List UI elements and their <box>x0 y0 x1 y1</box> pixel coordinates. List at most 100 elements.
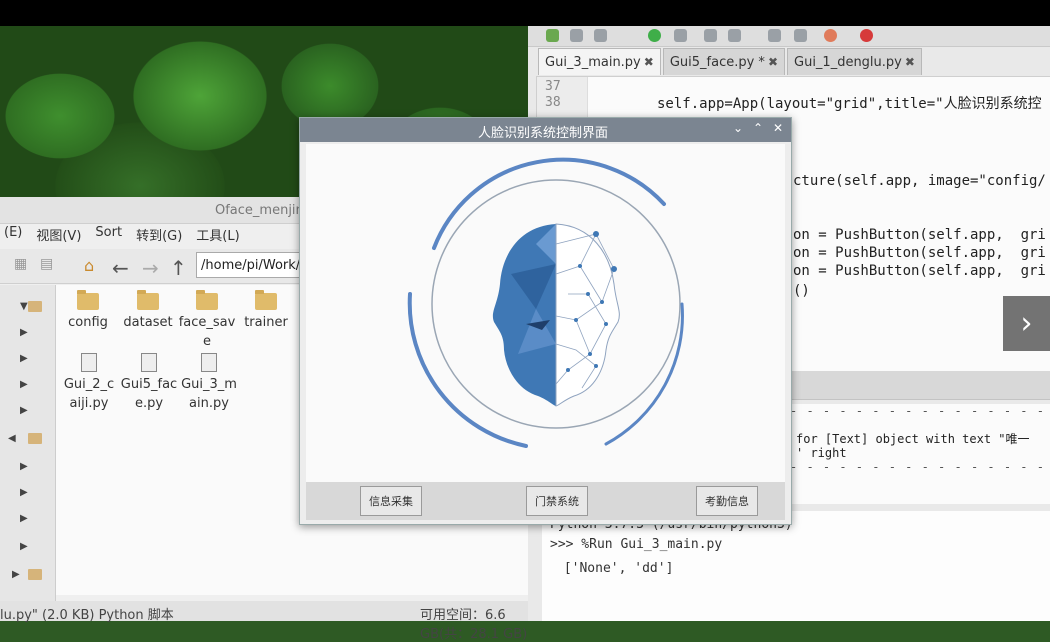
tab-gui5-face[interactable]: Gui5_face.py * ✖ <box>662 48 785 75</box>
divider: - - - - - - - - - - - - - - - - - - - - … <box>790 404 1050 418</box>
icon-view-icon[interactable]: ▦ <box>14 256 27 272</box>
folder-item-face-save[interactable]: face_save <box>176 290 238 351</box>
close-icon[interactable]: ✖ <box>905 55 915 69</box>
menu-edit[interactable]: (E) <box>4 225 22 247</box>
code-line: cture(self.app, image="config/ <box>793 173 1046 189</box>
forward-arrow-icon[interactable]: → <box>142 256 159 280</box>
expand-arrow-icon[interactable]: ▶ <box>20 541 28 552</box>
list-view-icon[interactable]: ▤ <box>40 256 53 272</box>
status-file-info: lu.py" (2.0 KB) Python 脚本 <box>0 608 174 623</box>
file-item-gui5-face[interactable]: Gui5_face.py <box>120 353 178 413</box>
shell-line: >>> %Run Gui_3_main.py <box>550 537 723 552</box>
folder-item-trainer[interactable]: trainer <box>236 290 296 332</box>
expand-arrow-icon[interactable]: ▶ <box>20 353 28 364</box>
toolbar-stop-icon[interactable] <box>824 29 837 42</box>
expand-arrow-icon[interactable]: ◀ <box>8 433 16 444</box>
tab-label: Gui_1_denglu.py <box>794 54 902 70</box>
code-line: on = PushButton(self.app, gri <box>793 227 1046 243</box>
toolbar-open-icon[interactable] <box>570 29 583 42</box>
python-file-icon <box>141 353 157 372</box>
shell-line: ['None', 'dd'] <box>556 561 674 576</box>
tab-gui-3-main[interactable]: Gui_3_main.py ✖ <box>538 48 661 75</box>
item-label: face_save <box>178 315 236 349</box>
folder-icon <box>196 290 218 310</box>
item-label: config <box>68 315 108 330</box>
attendance-info-button[interactable]: 考勤信息 <box>696 486 758 516</box>
editor-tabs: Gui_3_main.py ✖ Gui5_face.py * ✖ Gui_1_d… <box>538 48 922 75</box>
code-line: self.app=App(layout="grid",title="人脸识别系统… <box>657 96 1042 112</box>
toolbar-new-icon[interactable] <box>546 29 559 42</box>
expand-arrow-icon[interactable]: ▶ <box>20 513 28 524</box>
close-icon[interactable]: ✖ <box>768 55 778 69</box>
close-icon[interactable]: ✕ <box>773 121 783 135</box>
next-arrow-button[interactable]: › <box>1003 296 1050 351</box>
dialog-button-bar: 信息采集 门禁系统 考勤信息 <box>306 482 785 520</box>
maximize-icon[interactable]: ⌃ <box>753 121 763 135</box>
toolbar-step-into-icon[interactable] <box>728 29 741 42</box>
expand-arrow-icon[interactable]: ▼ <box>20 301 28 312</box>
window-title: Oface_menjin_ <box>215 203 311 218</box>
folder-item-dataset[interactable]: dataset <box>118 290 178 332</box>
code-line: on = PushButton(self.app, gri <box>793 263 1046 279</box>
python-shell[interactable]: Python 3.7.3 (/usr/bin/python3) >>> %Run… <box>542 511 1050 621</box>
warning-output: - - - - - - - - - - - - - - - - - - - - … <box>790 404 1050 504</box>
up-arrow-icon[interactable]: ↑ <box>170 256 187 280</box>
back-arrow-icon[interactable]: ← <box>112 256 129 280</box>
folder-icon <box>255 290 277 310</box>
info-collect-button[interactable]: 信息采集 <box>360 486 422 516</box>
folder-icon <box>28 433 42 444</box>
file-item-gui-3-main[interactable]: Gui_3_main.py <box>180 353 238 413</box>
toolbar-resume-icon[interactable] <box>794 29 807 42</box>
dialog-titlebar: 人脸识别系统控制界面 ⌄ ⌃ ✕ <box>300 118 791 142</box>
expand-arrow-icon[interactable]: ▶ <box>20 487 28 498</box>
folder-item-config[interactable]: config <box>58 290 118 332</box>
toolbar-halt-icon[interactable] <box>860 29 873 42</box>
home-icon[interactable]: ⌂ <box>84 256 94 275</box>
dialog-title: 人脸识别系统控制界面 <box>478 126 609 141</box>
menu-go[interactable]: 转到(G) <box>136 225 182 247</box>
divider: - - - - - - - - - - - - - - - - - - - - … <box>790 460 1050 474</box>
expand-arrow-icon[interactable]: ▶ <box>20 379 28 390</box>
toolbar-debug-icon[interactable] <box>674 29 687 42</box>
directory-tree[interactable]: ▼ ▶ ▶ ▶ ▶ ◀ ▶ ▶ ▶ ▶ ▶ <box>0 285 56 621</box>
panel-header <box>790 371 1050 400</box>
menu-sort[interactable]: Sort <box>95 225 122 247</box>
top-black-bar <box>0 0 1050 26</box>
folder-icon <box>28 301 42 312</box>
access-control-button[interactable]: 门禁系统 <box>526 486 588 516</box>
expand-arrow-icon[interactable]: ▶ <box>20 327 28 338</box>
item-label: Gui5_face.py <box>120 377 178 411</box>
status-bar: lu.py" (2.0 KB) Python 脚本 可用空间：6.6 GB(共：… <box>0 601 528 642</box>
output-line: for [Text] object with text "唯一 <box>796 432 1030 446</box>
menu-view[interactable]: 视图(V) <box>36 225 81 247</box>
toolbar-save-icon[interactable] <box>594 29 607 42</box>
outer-ring-arc <box>604 302 684 446</box>
code-line: on = PushButton(self.app, gri <box>793 245 1046 261</box>
folder-icon <box>137 290 159 310</box>
python-file-icon <box>81 353 97 372</box>
face-image-canvas <box>306 144 785 482</box>
tab-gui-1-denglu[interactable]: Gui_1_denglu.py ✖ <box>787 48 922 75</box>
folder-icon <box>77 290 99 310</box>
item-label: dataset <box>123 315 173 330</box>
line-number: 38 <box>545 95 561 110</box>
tab-label: Gui_3_main.py <box>545 54 641 70</box>
folder-icon <box>28 569 42 580</box>
line-number: 37 <box>545 79 561 94</box>
minimize-icon[interactable]: ⌄ <box>733 121 743 135</box>
toolbar-run-icon[interactable] <box>648 29 661 42</box>
toolbar-step-out-icon[interactable] <box>768 29 781 42</box>
python-file-icon <box>201 353 217 372</box>
expand-arrow-icon[interactable]: ▶ <box>20 405 28 416</box>
expand-arrow-icon[interactable]: ▶ <box>20 461 28 472</box>
expand-arrow-icon[interactable]: ▶ <box>12 569 20 580</box>
menu-bar: (E) 视图(V) Sort 转到(G) 工具(L) <box>0 225 240 247</box>
close-icon[interactable]: ✖ <box>644 55 654 69</box>
file-item-gui-2-caiji[interactable]: Gui_2_caiji.py <box>60 353 118 413</box>
menu-tools[interactable]: 工具(L) <box>196 225 239 247</box>
toolbar-step-over-icon[interactable] <box>704 29 717 42</box>
ide-toolbar <box>528 26 1050 47</box>
item-label: trainer <box>244 315 288 330</box>
status-free-space: 可用空间：6.6 GB(共：28.1 GB) <box>420 608 528 642</box>
code-line: () <box>793 283 810 299</box>
